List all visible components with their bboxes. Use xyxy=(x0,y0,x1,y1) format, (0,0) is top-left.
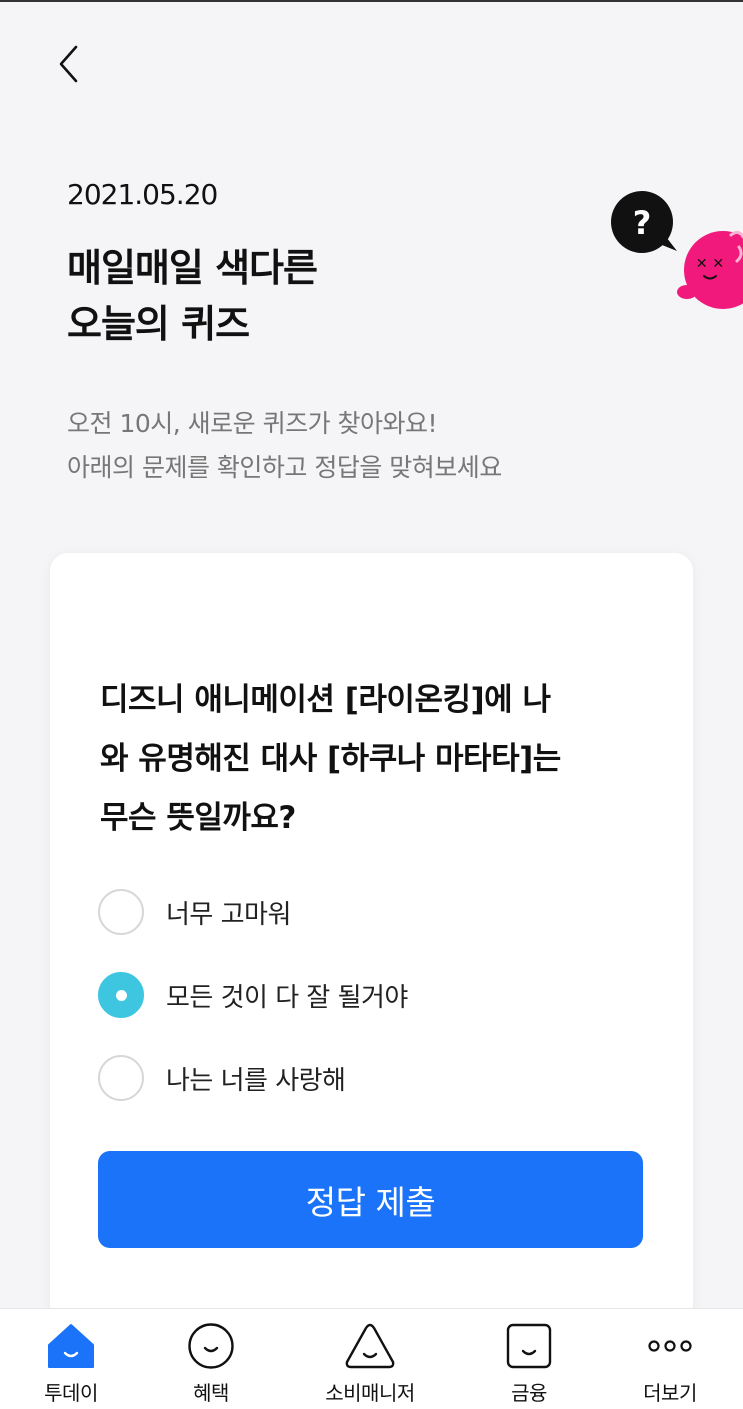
bottom-tab-bar: 투데이 혜택 소비매니저 금융 더보기 xyxy=(0,1308,743,1409)
answer-option-label: 모든 것이 다 잘 될거야 xyxy=(166,982,408,1013)
subtitle-line: 오전 10시, 새로운 퀴즈가 찾아와요! xyxy=(67,409,438,438)
tab-finance[interactable]: 금융 xyxy=(469,1309,589,1409)
page-title: 매일매일 색다른 오늘의 퀴즈 xyxy=(67,240,318,352)
top-divider xyxy=(0,0,743,2)
page-subtitle: 오전 10시, 새로운 퀴즈가 찾아와요! 아래의 문제를 확인하고 정답을 맞… xyxy=(67,402,502,490)
tab-spending-manager[interactable]: 소비매니저 xyxy=(310,1309,430,1409)
tab-label: 투데이 xyxy=(44,1381,98,1405)
submit-answer-button[interactable]: 정답 제출 xyxy=(98,1151,643,1248)
answer-option-label: 너무 고마워 xyxy=(166,899,291,930)
title-line: 오늘의 퀴즈 xyxy=(67,302,250,346)
tab-benefits[interactable]: 혜택 xyxy=(151,1309,271,1409)
tab-label: 금융 xyxy=(511,1381,547,1405)
answer-option-label: 나는 너를 사랑해 xyxy=(166,1065,346,1096)
question-line: 디즈니 애니메이션 [라이온킹]에 나 xyxy=(100,682,551,718)
radio-button[interactable] xyxy=(98,1055,144,1101)
bubble-question-mark: ? xyxy=(633,204,652,242)
answer-option-selected[interactable]: 모든 것이 다 잘 될거야 xyxy=(98,970,408,1020)
radio-button[interactable] xyxy=(98,889,144,935)
tab-label: 혜택 xyxy=(193,1381,229,1405)
home-icon xyxy=(48,1324,94,1368)
pink-mascot-icon: ✕ ✕ xyxy=(677,230,743,309)
smile-circle-icon xyxy=(188,1323,234,1369)
smile-square-icon xyxy=(506,1323,552,1369)
tab-label: 소비매니저 xyxy=(325,1381,415,1405)
tab-label: 더보기 xyxy=(643,1381,697,1405)
quiz-date: 2021.05.20 xyxy=(67,178,218,211)
back-button[interactable] xyxy=(48,40,88,88)
tab-more[interactable]: 더보기 xyxy=(610,1309,730,1409)
radio-button-checked[interactable] xyxy=(98,972,144,1018)
question-line: 와 유명해진 대사 [하쿠나 마타타]는 xyxy=(100,741,561,777)
speech-bubble-icon: ? xyxy=(611,191,677,253)
quiz-mascot-illustration: ? ✕ ✕ xyxy=(611,191,743,309)
chevron-left-icon xyxy=(59,45,78,83)
quiz-card: 디즈니 애니메이션 [라이온킹]에 나 와 유명해진 대사 [하쿠나 마타타]는… xyxy=(50,553,693,1323)
answer-option[interactable]: 너무 고마워 xyxy=(98,887,291,937)
answer-option[interactable]: 나는 너를 사랑해 xyxy=(98,1053,346,1103)
subtitle-line: 아래의 문제를 확인하고 정답을 맞혀보세요 xyxy=(67,453,502,482)
svg-text:✕ ✕: ✕ ✕ xyxy=(696,256,724,272)
smile-triangle-icon xyxy=(345,1323,395,1369)
title-line: 매일매일 색다른 xyxy=(67,246,318,290)
question-line: 무슨 뜻일까요? xyxy=(100,800,296,836)
quiz-question: 디즈니 애니메이션 [라이온킹]에 나 와 유명해진 대사 [하쿠나 마타타]는… xyxy=(100,671,655,848)
more-dots-icon xyxy=(648,1340,692,1352)
tab-today[interactable]: 투데이 xyxy=(11,1309,131,1409)
